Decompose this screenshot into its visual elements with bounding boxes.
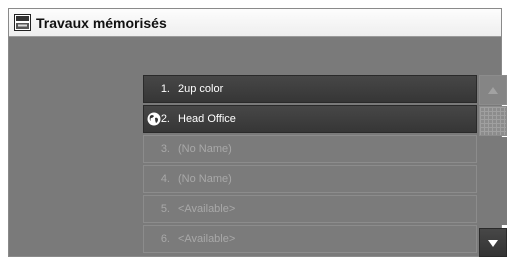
scroll-track[interactable]	[479, 137, 507, 225]
title-bar: Travaux mémorisés	[9, 9, 501, 37]
job-name: (No Name)	[178, 143, 232, 155]
job-number: 1.	[160, 83, 170, 95]
scroll-thumb[interactable]	[479, 106, 507, 136]
job-item-1[interactable]: 1. 2up color	[143, 75, 477, 103]
job-name: 2up color	[178, 83, 224, 95]
job-item-5[interactable]: 5. <Available>	[143, 195, 477, 223]
job-number: 3.	[160, 143, 170, 155]
job-name: <Available>	[178, 203, 236, 215]
job-number: 5.	[160, 203, 170, 215]
job-item-6[interactable]: 6. <Available>	[143, 225, 477, 253]
list-scrollbar[interactable]	[479, 75, 507, 257]
job-item-3[interactable]: 3. (No Name)	[143, 135, 477, 163]
job-name: <Available>	[178, 233, 236, 245]
stored-jobs-icon	[14, 14, 31, 31]
job-number: 6.	[160, 233, 170, 245]
stored-jobs-window: Travaux mémorisés 1. 2up color 2. Head O…	[8, 8, 507, 257]
job-name: (No Name)	[178, 173, 232, 185]
scroll-down-icon	[488, 234, 498, 252]
job-item-4[interactable]: 4. (No Name)	[143, 165, 477, 193]
page-title: Travaux mémorisés	[36, 14, 167, 31]
job-item-2[interactable]: 2. Head Office	[143, 105, 477, 133]
job-name: Head Office	[178, 113, 236, 125]
scroll-down-button[interactable]	[479, 228, 507, 257]
scroll-up-icon	[488, 81, 498, 99]
scroll-up-button[interactable]	[479, 75, 507, 105]
job-number: 4.	[160, 173, 170, 185]
globe-icon	[147, 112, 161, 126]
stored-jobs-list: 1. 2up color 2. Head Office 3. (No Name)…	[143, 75, 477, 255]
